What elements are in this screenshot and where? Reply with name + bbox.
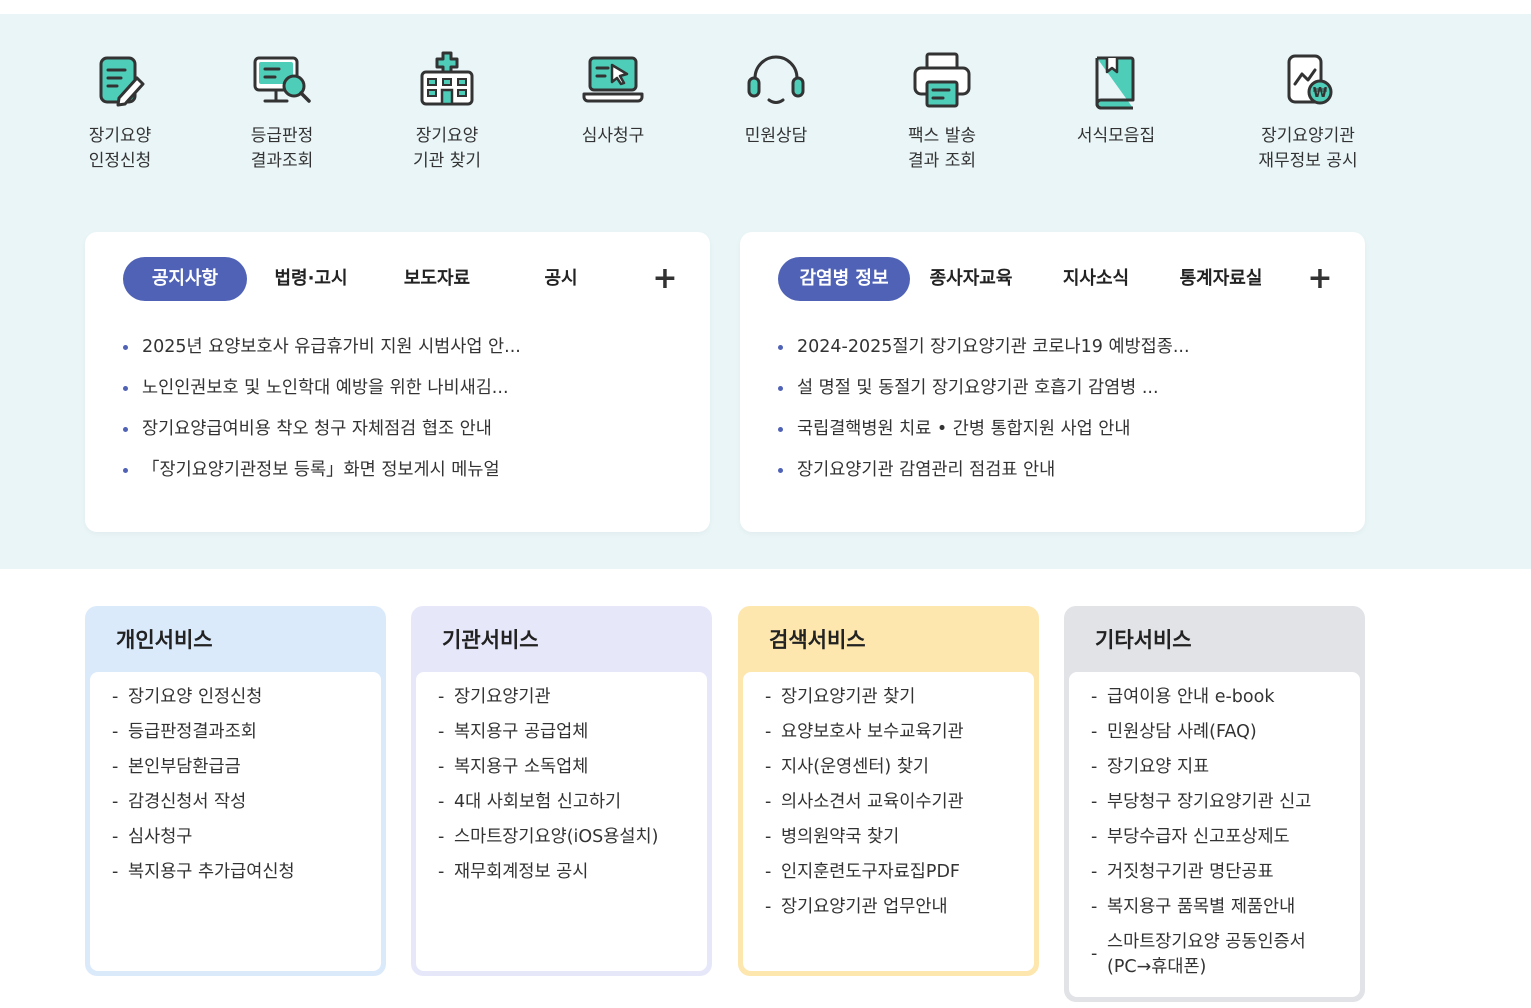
service-link[interactable]: 급여이용 안내 e-book: [1091, 685, 1360, 710]
list-item[interactable]: 장기요양급여비용 착오 청구 자체점검 협조 안내: [123, 414, 690, 455]
service-card-body: 장기요양 인정신청 등급판정결과조회 본인부담환급금 감경신청서 작성 심사청구…: [90, 672, 381, 971]
quick-menu-item-financial-disclosure[interactable]: ₩ 장기요양기관 재무정보 공시: [1233, 48, 1383, 174]
info-board: 감염병 정보 종사자교육 지사소식 통계자료실 + 2024-2025절기 장기…: [740, 232, 1365, 532]
quick-menu-label: 팩스 발송 결과 조회: [908, 126, 976, 171]
personal-service-card: 개인서비스 장기요양 인정신청 등급판정결과조회 본인부담환급금 감경신청서 작…: [85, 606, 386, 976]
list-item[interactable]: 설 명절 및 동절기 장기요양기관 호흡기 감염병 ...: [778, 373, 1345, 414]
headset-icon: [747, 55, 805, 104]
service-link[interactable]: 복지용구 소독업체: [438, 755, 707, 780]
service-link[interactable]: 본인부담환급금: [112, 755, 381, 780]
service-link[interactable]: 복지용구 공급업체: [438, 720, 707, 745]
notice-list: 2025년 요양보호사 유급휴가비 지원 시범사업 안... 노인인권보호 및 …: [123, 332, 690, 496]
svg-text:₩: ₩: [1313, 86, 1328, 101]
tab-statistics[interactable]: 통계자료실: [1168, 257, 1274, 301]
quick-menu-label: 심사청구: [581, 126, 645, 146]
notice-more-button[interactable]: +: [650, 257, 680, 301]
service-link[interactable]: 복지용구 추가급여신청: [112, 860, 381, 885]
list-item[interactable]: 노인인권보호 및 노인학대 예방을 위한 나비새김...: [123, 373, 690, 414]
info-more-button[interactable]: +: [1305, 257, 1335, 301]
service-card-body: 급여이용 안내 e-book 민원상담 사례(FAQ) 장기요양 지표 부당청구…: [1069, 672, 1360, 997]
info-tabs: 감염병 정보 종사자교육 지사소식 통계자료실 +: [778, 257, 1335, 301]
quick-menu-item-forms[interactable]: 서식모음집: [1041, 48, 1191, 149]
service-link[interactable]: 스마트장기요양(iOS용설치): [438, 825, 707, 850]
quick-menu-label: 장기요양 인정신청: [88, 126, 152, 171]
service-card-body: 장기요양기관 찾기 요양보호사 보수교육기관 지사(운영센터) 찾기 의사소견서…: [743, 672, 1034, 971]
service-link[interactable]: 등급판정결과조회: [112, 720, 381, 745]
service-link[interactable]: 장기요양 지표: [1091, 755, 1360, 780]
quick-menu-label: 장기요양기관 재무정보 공시: [1258, 126, 1358, 171]
book-icon: [1095, 56, 1135, 110]
service-link[interactable]: 복지용구 품목별 제품안내: [1091, 895, 1360, 920]
laptop-cursor-icon: [582, 56, 644, 103]
service-link[interactable]: 거짓청구기관 명단공표: [1091, 860, 1360, 885]
tab-press[interactable]: 보도자료: [389, 257, 485, 301]
service-link[interactable]: 인지훈련도구자료집PDF: [765, 860, 1034, 885]
service-link[interactable]: 재무회계정보 공시: [438, 860, 707, 885]
quick-menu-label: 민원상담: [744, 126, 808, 146]
service-link[interactable]: 지사(운영센터) 찾기: [765, 755, 1034, 780]
document-pen-icon: [99, 56, 145, 107]
service-link[interactable]: 부당청구 장기요양기관 신고: [1091, 790, 1360, 815]
list-item[interactable]: 장기요양기관 감염관리 점검표 안내: [778, 455, 1345, 496]
service-link[interactable]: 장기요양 인정신청: [112, 685, 381, 710]
service-link[interactable]: 감경신청서 작성: [112, 790, 381, 815]
quick-menu-item-review-claim[interactable]: 심사청구: [538, 48, 688, 149]
service-link[interactable]: 심사청구: [112, 825, 381, 850]
quick-menu-item-grade-result[interactable]: 등급판정 결과조회: [207, 48, 357, 174]
list-item[interactable]: 2025년 요양보호사 유급휴가비 지원 시범사업 안...: [123, 332, 690, 373]
service-link[interactable]: 부당수급자 신고포상제도: [1091, 825, 1360, 850]
tab-laws[interactable]: 법령·고시: [263, 257, 359, 301]
quick-menu-item-consultation[interactable]: 민원상담: [701, 48, 851, 149]
quick-menu-item-care-application[interactable]: 장기요양 인정신청: [45, 48, 195, 174]
list-item[interactable]: 2024-2025절기 장기요양기관 코로나19 예방접종...: [778, 332, 1345, 373]
service-link[interactable]: 의사소견서 교육이수기관: [765, 790, 1034, 815]
service-link[interactable]: 4대 사회보험 신고하기: [438, 790, 707, 815]
tab-infection[interactable]: 감염병 정보: [778, 257, 910, 301]
tab-disclosure[interactable]: 공시: [513, 257, 609, 301]
service-link[interactable]: 병의원약국 찾기: [765, 825, 1034, 850]
tab-staff-education[interactable]: 종사자교육: [918, 257, 1024, 301]
service-card-title: 검색서비스: [769, 628, 866, 652]
other-service-card: 기타서비스 급여이용 안내 e-book 민원상담 사례(FAQ) 장기요양 지…: [1064, 606, 1365, 1002]
search-service-card: 검색서비스 장기요양기관 찾기 요양보호사 보수교육기관 지사(운영센터) 찾기…: [738, 606, 1039, 976]
list-item[interactable]: 「장기요양기관정보 등록」화면 정보게시 메뉴얼: [123, 455, 690, 496]
hospital-icon: [420, 51, 474, 106]
tab-notice[interactable]: 공지사항: [123, 257, 247, 301]
service-link[interactable]: 요양보호사 보수교육기관: [765, 720, 1034, 745]
service-link[interactable]: 스마트장기요양 공동인증서 (PC→휴대폰): [1091, 930, 1360, 980]
quick-menu-item-fax-result[interactable]: 팩스 발송 결과 조회: [867, 48, 1017, 174]
quick-menu-label: 장기요양 기관 찾기: [413, 126, 481, 171]
tab-branch-news[interactable]: 지사소식: [1048, 257, 1144, 301]
institution-service-card: 기관서비스 장기요양기관 복지용구 공급업체 복지용구 소독업체 4대 사회보험…: [411, 606, 712, 976]
monitor-search-icon: [253, 56, 311, 103]
quick-menu-label: 서식모음집: [1076, 126, 1156, 146]
quick-menu-item-find-facility[interactable]: 장기요양 기관 찾기: [372, 48, 522, 174]
financial-chart-won-icon: ₩: [1287, 54, 1333, 105]
notice-board: 공지사항 법령·고시 보도자료 공시 + 2025년 요양보호사 유급휴가비 지…: [85, 232, 710, 532]
service-card-title: 기관서비스: [442, 628, 539, 652]
list-item[interactable]: 국립결핵병원 치료 • 간병 통합지원 사업 안내: [778, 414, 1345, 455]
quick-menu-label: 등급판정 결과조회: [250, 126, 314, 171]
info-list: 2024-2025절기 장기요양기관 코로나19 예방접종... 설 명절 및 …: [778, 332, 1345, 496]
service-card-title: 기타서비스: [1095, 628, 1192, 652]
service-link[interactable]: 민원상담 사례(FAQ): [1091, 720, 1360, 745]
service-card-title: 개인서비스: [116, 628, 213, 652]
service-link[interactable]: 장기요양기관: [438, 685, 707, 710]
notice-tabs: 공지사항 법령·고시 보도자료 공시 +: [123, 257, 680, 301]
service-link[interactable]: 장기요양기관 업무안내: [765, 895, 1034, 920]
printer-icon: [913, 52, 971, 108]
service-card-body: 장기요양기관 복지용구 공급업체 복지용구 소독업체 4대 사회보험 신고하기 …: [416, 672, 707, 971]
service-link[interactable]: 장기요양기관 찾기: [765, 685, 1034, 710]
